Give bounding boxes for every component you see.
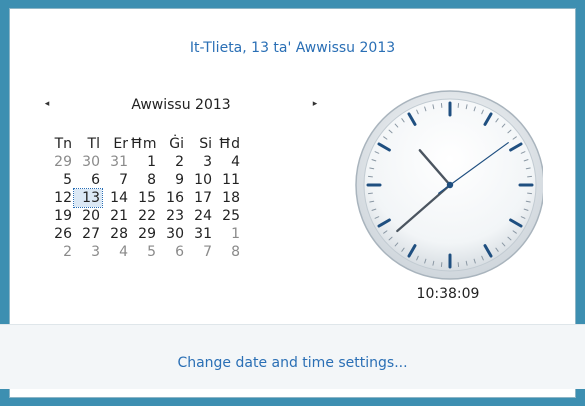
change-settings-link[interactable]: Change date and time settings... — [0, 355, 585, 371]
calendar-day[interactable]: 21 — [102, 207, 130, 225]
calendar-day[interactable]: 31 — [186, 225, 214, 243]
calendar-day[interactable]: 15 — [130, 189, 158, 207]
digital-time: 10:38:09 — [416, 286, 480, 302]
weekday-label: Er — [113, 136, 128, 152]
calendar-day[interactable]: 6 — [158, 243, 186, 261]
calendar-day[interactable]: 30 — [74, 153, 102, 171]
calendar-day[interactable]: 24 — [186, 207, 214, 225]
weekday-label: Tn — [54, 136, 72, 152]
calendar-day[interactable]: 7 — [186, 243, 214, 261]
calendar-day[interactable]: 23 — [158, 207, 186, 225]
calendar-day-today[interactable]: 13 — [73, 188, 103, 208]
calendar-day[interactable]: 19 — [46, 207, 74, 225]
calendar-day[interactable]: 5 — [46, 171, 74, 189]
calendar-day[interactable]: 16 — [158, 189, 186, 207]
footer-divider — [0, 324, 585, 325]
calendar-day[interactable]: 20 — [74, 207, 102, 225]
calendar-week-row: 26 27 28 29 30 31 1 — [46, 225, 242, 243]
calendar-day[interactable]: 1 — [130, 153, 158, 171]
calendar-day[interactable]: 5 — [130, 243, 158, 261]
long-date-header[interactable]: It-Tlieta, 13 ta' Awwissu 2013 — [0, 40, 585, 56]
calendar-day[interactable]: 10 — [186, 171, 214, 189]
calendar-day[interactable]: 8 — [130, 171, 158, 189]
calendar-day[interactable]: 2 — [46, 243, 74, 261]
calendar-day[interactable]: 2 — [158, 153, 186, 171]
calendar-day[interactable]: 12 — [46, 189, 74, 207]
calendar-day[interactable]: 17 — [186, 189, 214, 207]
calendar-day[interactable]: 27 — [74, 225, 102, 243]
calendar-day[interactable]: 6 — [74, 171, 102, 189]
calendar-day[interactable]: 9 — [158, 171, 186, 189]
calendar-day[interactable]: 1 — [214, 225, 242, 243]
weekday-label: Ġi — [169, 136, 184, 152]
calendar-day[interactable]: 4 — [102, 243, 130, 261]
calendar-day[interactable]: 29 — [46, 153, 74, 171]
calendar-week-row: 5 6 7 8 9 10 11 — [46, 171, 242, 189]
calendar-day[interactable]: 28 — [102, 225, 130, 243]
calendar-week-row: 2 3 4 5 6 7 8 — [46, 243, 242, 261]
weekday-label: Si — [199, 136, 212, 152]
calendar-day[interactable]: 3 — [74, 243, 102, 261]
weekday-header-row: Tn Tl Er Ħm Ġi Si Ħd — [46, 135, 242, 153]
clock-face-icon — [355, 90, 545, 280]
calendar-day[interactable]: 11 — [214, 171, 242, 189]
analog-clock — [353, 65, 545, 285]
calendar-week-row: 12 13 14 15 16 17 18 — [46, 188, 242, 208]
calendar-nav: ◂ Awwissu 2013 ▸ — [40, 97, 322, 117]
calendar-week-row: 19 20 21 22 23 24 25 — [46, 207, 242, 225]
calendar-day[interactable]: 4 — [214, 153, 242, 171]
weekday-label: Tl — [87, 136, 100, 152]
calendar-day[interactable]: 14 — [102, 189, 130, 207]
calendar-day[interactable]: 7 — [102, 171, 130, 189]
next-month-icon[interactable]: ▸ — [308, 99, 322, 109]
calendar-day[interactable]: 8 — [214, 243, 242, 261]
weekday-label: Ħm — [130, 136, 157, 152]
calendar-day[interactable]: 18 — [214, 189, 242, 207]
calendar-day[interactable]: 25 — [214, 207, 242, 225]
calendar-day[interactable]: 31 — [102, 153, 130, 171]
calendar-day[interactable]: 3 — [186, 153, 214, 171]
calendar-day[interactable]: 22 — [130, 207, 158, 225]
calendar-day[interactable]: 26 — [46, 225, 74, 243]
calendar-day[interactable]: 29 — [130, 225, 158, 243]
weekday-label: Ħd — [218, 136, 240, 152]
calendar-day[interactable]: 30 — [158, 225, 186, 243]
month-label[interactable]: Awwissu 2013 — [40, 97, 322, 113]
calendar-week-row: 29 30 31 1 2 3 4 — [46, 153, 242, 171]
